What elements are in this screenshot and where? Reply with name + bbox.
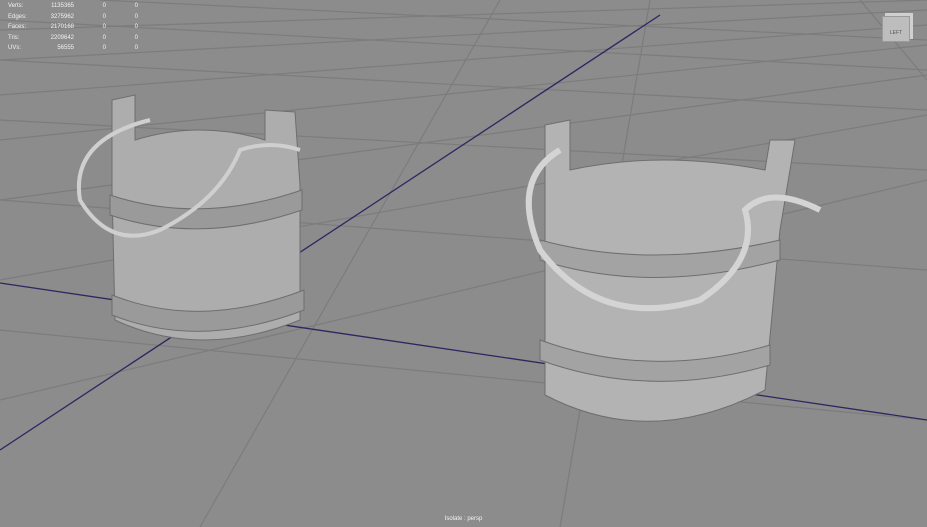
hud-row-tris: Tris: 2209642 0 0: [8, 33, 138, 44]
view-cube[interactable]: LEFT: [882, 16, 910, 42]
hud-value: 2209642: [50, 34, 74, 41]
hud-row-faces: Faces: 2170168 0 0: [8, 22, 138, 33]
hud-value: 1135365: [51, 3, 74, 9]
hud-selected: 0: [102, 24, 106, 30]
camera-label: Isolate : persp: [444, 516, 483, 522]
bucket-rope[interactable]: [76, 94, 305, 341]
hud-selected: 0: [102, 13, 106, 20]
hud-value: 56555: [57, 45, 74, 51]
hud-value: 2170168: [50, 24, 74, 30]
hud-label: UVs:: [8, 45, 22, 51]
bucket-metal-handle[interactable]: [525, 119, 822, 422]
hud-selected: 0: [102, 45, 106, 51]
hud-row-verts: Verts: 1135365 0 0: [8, 1, 138, 12]
hud-selected: 0: [102, 3, 106, 9]
hud-components: 0: [134, 24, 138, 30]
poly-count-hud: Verts: 1135365 0 0 Edges: 3275962 0 0 Faces: 21…: [8, 1, 138, 54]
hud-label: Faces:: [8, 24, 27, 30]
hud-components: 0: [134, 13, 138, 20]
hud-components: 0: [134, 45, 138, 51]
hud-components: 0: [134, 34, 138, 41]
3d-viewport[interactable]: [0, 0, 927, 527]
hud-components: 0: [134, 3, 138, 9]
hud-label: Tris:: [8, 34, 20, 41]
hud-label: Verts:: [8, 3, 24, 9]
hud-row-uvs: UVs: 56555 0 0: [8, 43, 138, 54]
hud-selected: 0: [102, 34, 106, 41]
hud-label: Edges:: [8, 13, 27, 20]
hud-value: 3275962: [50, 13, 74, 20]
hud-row-edges: Edges: 3275962 0 0: [8, 12, 138, 23]
